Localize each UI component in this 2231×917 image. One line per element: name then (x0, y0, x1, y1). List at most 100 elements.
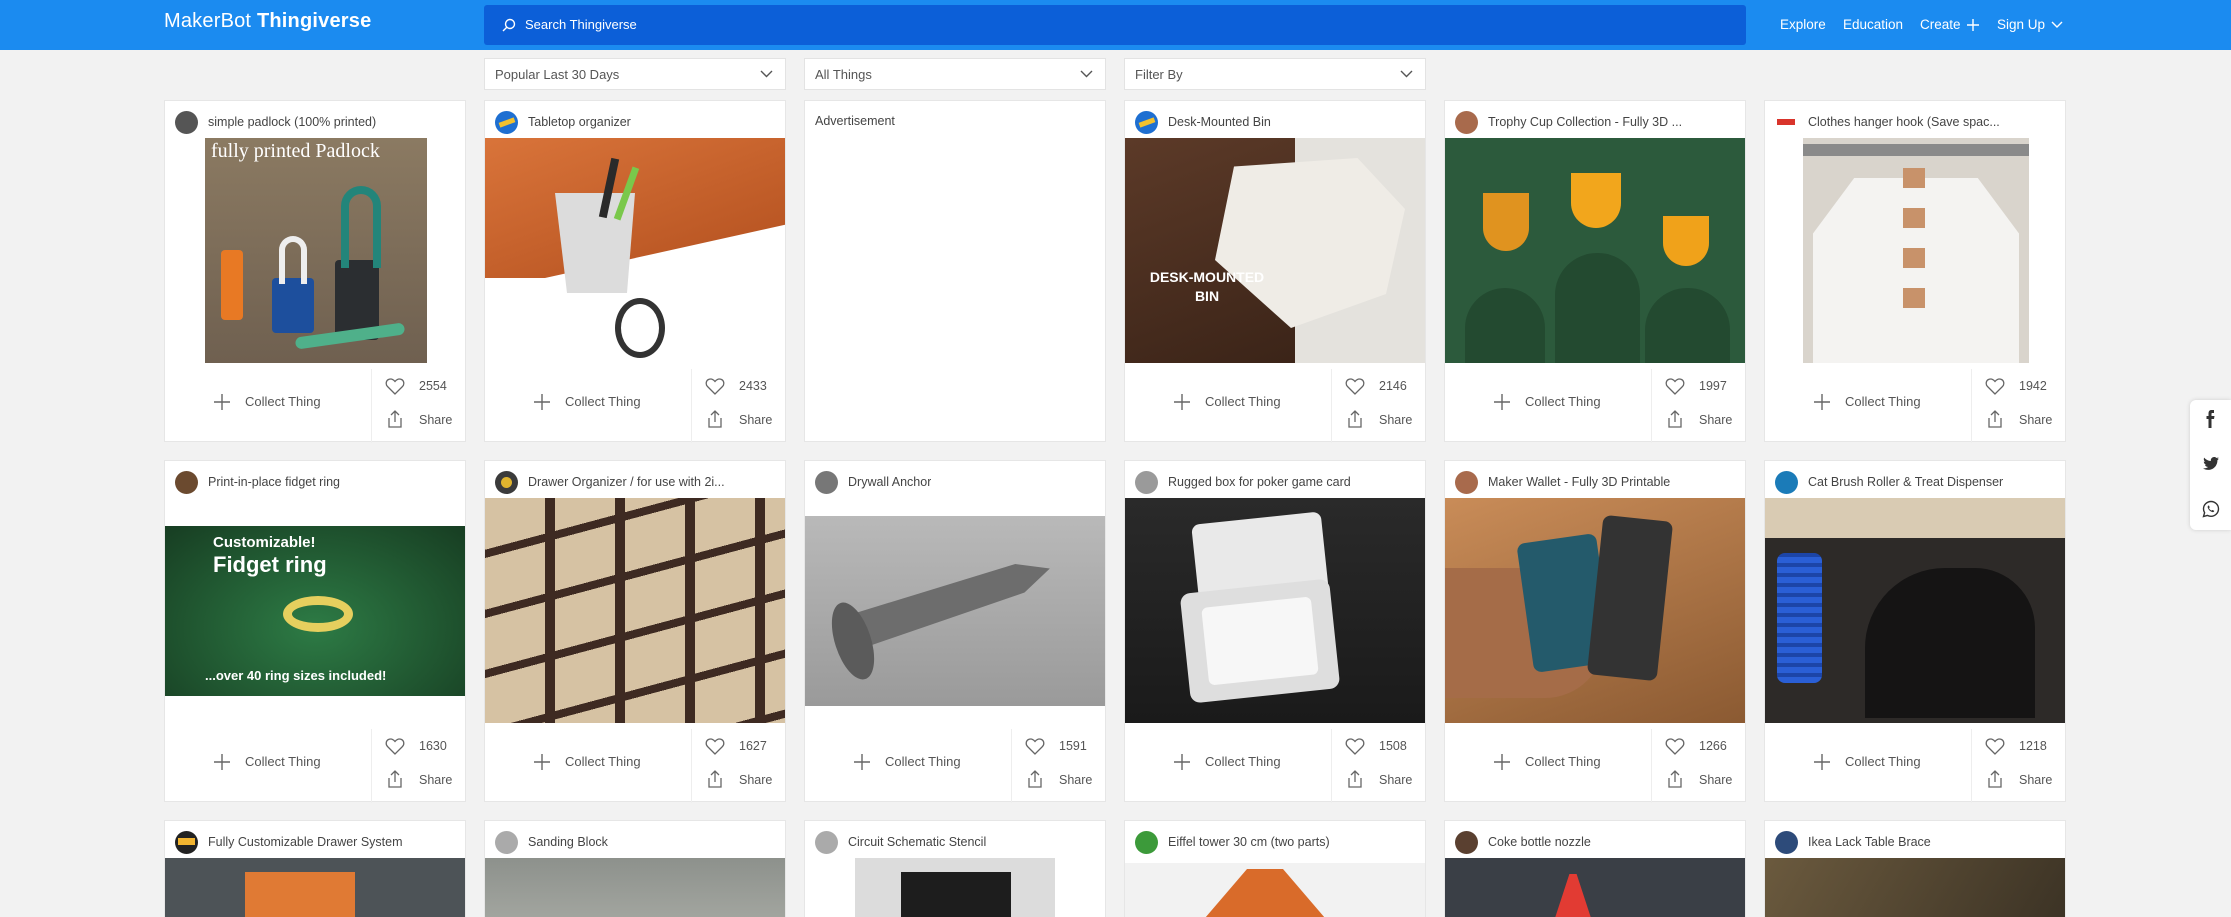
thing-card[interactable]: Ikea Lack Table Brace (1764, 820, 2066, 917)
thing-thumbnail[interactable] (485, 138, 785, 363)
avatar[interactable] (815, 471, 838, 494)
thing-card[interactable]: Circuit Schematic Stencil (804, 820, 1106, 917)
thing-card[interactable]: Fully Customizable Drawer System (164, 820, 466, 917)
avatar[interactable] (495, 471, 518, 494)
like-button[interactable]: 1508 (1335, 731, 1427, 761)
thing-title[interactable]: Maker Wallet - Fully 3D Printable (1488, 475, 1670, 489)
avatar[interactable] (495, 111, 518, 134)
collect-thing-button[interactable]: Collect Thing (1125, 741, 1335, 803)
share-button[interactable]: Share (1975, 765, 2067, 795)
thing-title[interactable]: Fully Customizable Drawer System (208, 835, 403, 849)
filter-by-dropdown[interactable]: Filter By (1124, 58, 1426, 90)
thing-card[interactable]: Tabletop organizer Collect Thing 2433 Sh… (484, 100, 787, 443)
avatar[interactable] (1775, 111, 1798, 134)
thing-card[interactable]: simple padlock (100% printed) fully prin… (164, 100, 467, 443)
share-button[interactable]: Share (695, 765, 787, 795)
thing-card[interactable]: Cat Brush Roller & Treat Dispenser Colle… (1764, 460, 2067, 803)
collect-thing-button[interactable]: Collect Thing (1765, 381, 1975, 443)
thing-title[interactable]: Clothes hanger hook (Save spac... (1808, 115, 2000, 129)
like-button[interactable]: 2433 (695, 371, 787, 401)
thing-card[interactable]: Drywall Anchor Collect Thing 1591 Share (804, 460, 1107, 803)
search-input[interactable]: Search Thingiverse (484, 5, 1746, 45)
collect-thing-button[interactable]: Collect Thing (485, 741, 695, 803)
collect-thing-button[interactable]: Collect Thing (1445, 741, 1655, 803)
thing-title[interactable]: Tabletop organizer (528, 115, 631, 129)
collect-thing-button[interactable]: Collect Thing (165, 741, 375, 803)
thing-thumbnail[interactable] (1445, 138, 1745, 363)
nav-explore[interactable]: Explore (1780, 17, 1826, 32)
share-button[interactable]: Share (1655, 405, 1747, 435)
thing-card[interactable]: Rugged box for poker game card Collect T… (1124, 460, 1427, 803)
avatar[interactable] (1455, 111, 1478, 134)
share-button[interactable]: Share (695, 405, 787, 435)
thing-title[interactable]: Coke bottle nozzle (1488, 835, 1591, 849)
like-button[interactable]: 2554 (375, 371, 467, 401)
thing-thumbnail[interactable] (1445, 498, 1745, 723)
thing-card[interactable]: Trophy Cup Collection - Fully 3D ... Col… (1444, 100, 1747, 443)
whatsapp-icon[interactable] (2202, 500, 2220, 523)
thing-title[interactable]: Sanding Block (528, 835, 608, 849)
collect-thing-button[interactable]: Collect Thing (1125, 381, 1335, 443)
like-button[interactable]: 2146 (1335, 371, 1427, 401)
collect-thing-button[interactable]: Collect Thing (485, 381, 695, 443)
thing-card[interactable]: Print-in-place fidget ring Customizable!… (164, 460, 467, 803)
thing-card[interactable]: Maker Wallet - Fully 3D Printable Collec… (1444, 460, 1747, 803)
thing-title[interactable]: Eiffel tower 30 cm (two parts) (1168, 835, 1330, 849)
like-button[interactable]: 1266 (1655, 731, 1747, 761)
thing-title[interactable]: Ikea Lack Table Brace (1808, 835, 1931, 849)
thing-title[interactable]: simple padlock (100% printed) (208, 115, 376, 129)
thing-card[interactable]: Drawer Organizer / for use with 2i... Co… (484, 460, 787, 803)
facebook-icon[interactable] (2202, 410, 2218, 433)
avatar[interactable] (175, 831, 198, 854)
like-button[interactable]: 1627 (695, 731, 787, 761)
thing-thumbnail[interactable] (165, 858, 465, 917)
thing-thumbnail[interactable]: fully printed Padlock (205, 138, 427, 363)
thing-title[interactable]: Cat Brush Roller & Treat Dispenser (1808, 475, 2003, 489)
avatar[interactable] (1775, 831, 1798, 854)
share-button[interactable]: Share (375, 405, 467, 435)
collect-thing-button[interactable]: Collect Thing (805, 741, 1015, 803)
thing-card[interactable]: Sanding Block (484, 820, 786, 917)
avatar[interactable] (1455, 831, 1478, 854)
share-button[interactable]: Share (375, 765, 467, 795)
sort-dropdown[interactable]: Popular Last 30 Days (484, 58, 786, 90)
thing-thumbnail[interactable] (1445, 858, 1745, 917)
like-button[interactable]: 1942 (1975, 371, 2067, 401)
nav-signup[interactable]: Sign Up (1997, 17, 2063, 32)
collect-thing-button[interactable]: Collect Thing (1765, 741, 1975, 803)
avatar[interactable] (1775, 471, 1798, 494)
like-button[interactable]: 1997 (1655, 371, 1747, 401)
thing-thumbnail[interactable] (485, 858, 785, 917)
share-button[interactable]: Share (1335, 765, 1427, 795)
collect-thing-button[interactable]: Collect Thing (165, 381, 375, 443)
thing-title[interactable]: Circuit Schematic Stencil (848, 835, 986, 849)
thing-thumbnail[interactable] (1765, 498, 2065, 723)
thing-thumbnail[interactable] (1765, 858, 2065, 917)
share-button[interactable]: Share (1015, 765, 1107, 795)
thing-thumbnail[interactable] (1125, 863, 1425, 917)
nav-education[interactable]: Education (1843, 17, 1903, 32)
like-button[interactable]: 1218 (1975, 731, 2067, 761)
thing-title[interactable]: Trophy Cup Collection - Fully 3D ... (1488, 115, 1682, 129)
thing-card[interactable]: Eiffel tower 30 cm (two parts) (1124, 820, 1426, 917)
nav-create[interactable]: Create (1920, 17, 1979, 32)
thing-thumbnail[interactable]: DESK-MOUNTED BIN (1125, 138, 1425, 363)
avatar[interactable] (175, 111, 198, 134)
thing-thumbnail[interactable] (485, 498, 785, 723)
share-button[interactable]: Share (1655, 765, 1747, 795)
twitter-icon[interactable] (2202, 456, 2220, 477)
avatar[interactable] (1135, 471, 1158, 494)
thing-title[interactable]: Drywall Anchor (848, 475, 931, 489)
makerbot-thingiverse-logo[interactable]: MakerBot Thingiverse (164, 10, 371, 33)
share-button[interactable]: Share (1335, 405, 1427, 435)
thing-thumbnail[interactable] (805, 516, 1105, 706)
thing-title[interactable]: Print-in-place fidget ring (208, 475, 340, 489)
avatar[interactable] (175, 471, 198, 494)
avatar[interactable] (1135, 831, 1158, 854)
thing-thumbnail[interactable]: Customizable! Fidget ring ...over 40 rin… (165, 526, 465, 696)
avatar[interactable] (495, 831, 518, 854)
collect-thing-button[interactable]: Collect Thing (1445, 381, 1655, 443)
thing-title[interactable]: Drawer Organizer / for use with 2i... (528, 475, 725, 489)
avatar[interactable] (815, 831, 838, 854)
category-dropdown[interactable]: All Things (804, 58, 1106, 90)
